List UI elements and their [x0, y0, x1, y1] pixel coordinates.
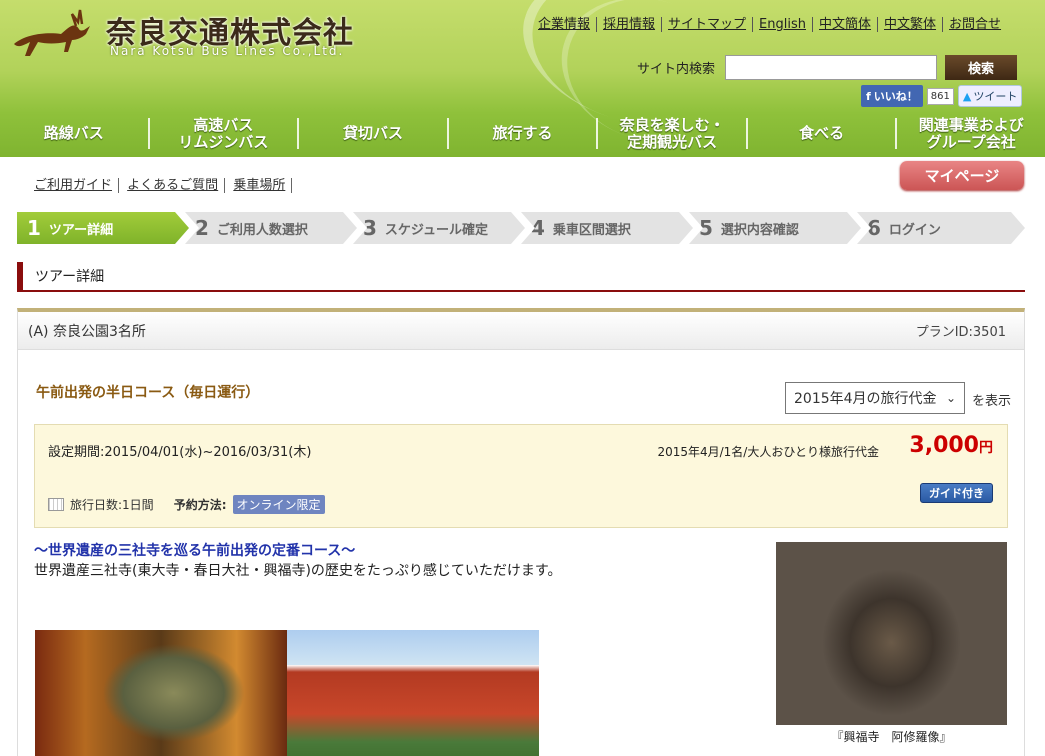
price-amount: 3,000	[909, 433, 979, 458]
plan-box: (A) 奈良公園3名所 プランID:3501 午前出発の半日コース（毎日運行） …	[17, 308, 1025, 756]
link-contact[interactable]: お問合せ	[942, 17, 1008, 32]
step-boarding-section: 4 乗車区間選択	[521, 212, 693, 244]
step-tour-details: 1 ツアー詳細	[17, 212, 189, 244]
online-only-badge: オンライン限定	[232, 495, 325, 514]
plan-id: プランID:3501	[915, 325, 1006, 340]
course-catchphrase: ～世界遺産の三社寺を巡る午前出発の定番コース～	[34, 543, 356, 559]
link-chinese-simplified[interactable]: 中文簡体	[812, 17, 878, 32]
price-month-select-suffix: を表示	[972, 394, 1012, 409]
price-month-select[interactable]: 2015年4月の旅行代金 ⌄	[785, 382, 965, 414]
facebook-like-button[interactable]: f いいね！	[861, 85, 923, 107]
plan-info-box: 設定期間:2015/04/01(水)~2016/03/31(木) 2015年4月…	[34, 424, 1008, 528]
price-unit: 円	[979, 440, 993, 456]
nav-travel[interactable]: 旅行する	[449, 118, 599, 149]
price-month-selected: 2015年4月の旅行代金	[794, 391, 937, 407]
guided-badge: ガイド付き	[920, 483, 993, 503]
calendar-icon	[48, 498, 64, 511]
nav-sightseeing-bus[interactable]: 奈良を楽しむ・ 定期観光バス	[598, 116, 748, 150]
link-sitemap[interactable]: サイトマップ	[661, 17, 753, 32]
link-usage-guide[interactable]: ご利用ガイド	[34, 178, 120, 193]
chevron-down-icon: ⌄	[945, 391, 956, 405]
booking-method-label: 予約方法:	[173, 498, 227, 512]
step-number: 4	[531, 216, 545, 240]
link-chinese-traditional[interactable]: 中文繁体	[877, 17, 943, 32]
deer-logo-icon[interactable]	[6, 4, 102, 64]
site-search-button[interactable]: 検索	[945, 54, 1018, 80]
tweet-label: ツイート	[973, 90, 1018, 103]
site-search-input[interactable]	[725, 54, 938, 80]
nav-food[interactable]: 食べる	[748, 118, 898, 149]
plan-period: 設定期間:2015/04/01(水)~2016/03/31(木)	[48, 445, 312, 460]
link-faq[interactable]: よくあるご質問	[127, 178, 226, 193]
step-number: 5	[699, 216, 713, 240]
course-description: 世界遺産三社寺(東大寺・春日大社・興福寺)の歴史をたっぷり感じていただけます。	[34, 563, 562, 579]
plan-name: (A) 奈良公園3名所	[28, 323, 146, 340]
social-buttons: f いいね！ 861 ▲ ツイート	[861, 85, 1023, 107]
great-buddha-photo	[35, 630, 287, 756]
link-boarding-place[interactable]: 乗車場所	[233, 178, 293, 193]
tweet-button[interactable]: ▲ ツイート	[957, 85, 1023, 107]
price-label: 2015年4月/1名/大人おひとり様旅行代金	[657, 445, 879, 459]
step-label: 乗車区間選択	[552, 222, 631, 238]
course-name: 午前出発の半日コース（毎日運行）	[36, 385, 260, 401]
site-header: 奈良交通株式会社 Nara Kotsu Bus Lines Co.,Ltd. 企…	[0, 0, 1045, 157]
global-nav: 路線バス 高速バス リムジンバス 貸切バス 旅行する 奈良を楽しむ・ 定期観光バ…	[0, 110, 1045, 157]
photo-caption: 『興福寺 阿修羅像』	[831, 730, 952, 744]
step-label: スケジュール確定	[384, 222, 489, 238]
site-search-label: サイト内検索	[637, 61, 716, 77]
site-search: サイト内検索 検索	[637, 54, 1018, 80]
facebook-icon: f	[866, 89, 871, 103]
plan-header: (A) 奈良公園3名所 プランID:3501	[18, 312, 1024, 350]
step-party-size: 2 ご利用人数選択	[185, 212, 357, 244]
utility-links: 企業情報 採用情報 サイトマップ English 中文簡体 中文繁体 お問合せ	[532, 13, 1008, 32]
step-login: 6 ログイン	[857, 212, 1025, 244]
step-label: 選択内容確認	[720, 222, 799, 238]
step-schedule: 3 スケジュール確定	[353, 212, 525, 244]
ashura-statue-photo	[776, 542, 1007, 725]
step-number: 2	[195, 216, 209, 240]
price-value: 3,000円	[909, 433, 993, 458]
step-label: ツアー詳細	[48, 222, 114, 238]
step-number: 6	[867, 216, 881, 240]
step-number: 3	[363, 216, 377, 240]
nav-charter-bus[interactable]: 貸切バス	[299, 118, 449, 149]
step-confirm: 5 選択内容確認	[689, 212, 861, 244]
sub-navigation: ご利用ガイド よくあるご質問 乗車場所	[34, 174, 296, 193]
twitter-bird-icon: ▲	[962, 89, 972, 103]
nav-highway-bus[interactable]: 高速バス リムジンバス	[150, 116, 300, 150]
nav-route-bus[interactable]: 路線バス	[0, 118, 150, 149]
kasuga-shrine-photo	[287, 630, 539, 756]
step-label: ご利用人数選択	[216, 222, 308, 238]
step-number: 1	[27, 216, 41, 240]
facebook-like-label: いいね！	[873, 90, 918, 103]
mypage-button[interactable]: マイページ	[900, 161, 1024, 190]
link-english[interactable]: English	[752, 17, 812, 32]
facebook-like-count: 861	[926, 87, 954, 105]
nav-group-companies[interactable]: 関連事業および グループ会社	[897, 116, 1045, 150]
plan-meta: 旅行日数:1日間 予約方法: オンライン限定	[48, 495, 325, 514]
booking-steps: 1 ツアー詳細 2 ご利用人数選択 3 スケジュール確定 4 乗車区間選択 5 …	[17, 212, 1025, 244]
travel-days: 旅行日数:1日間	[70, 498, 154, 512]
step-label: ログイン	[888, 222, 941, 238]
section-title: ツアー詳細	[17, 262, 1025, 292]
company-logo-english: Nara Kotsu Bus Lines Co.,Ltd.	[110, 44, 345, 58]
link-corporate-info[interactable]: 企業情報	[532, 17, 596, 32]
link-recruit[interactable]: 採用情報	[596, 17, 662, 32]
